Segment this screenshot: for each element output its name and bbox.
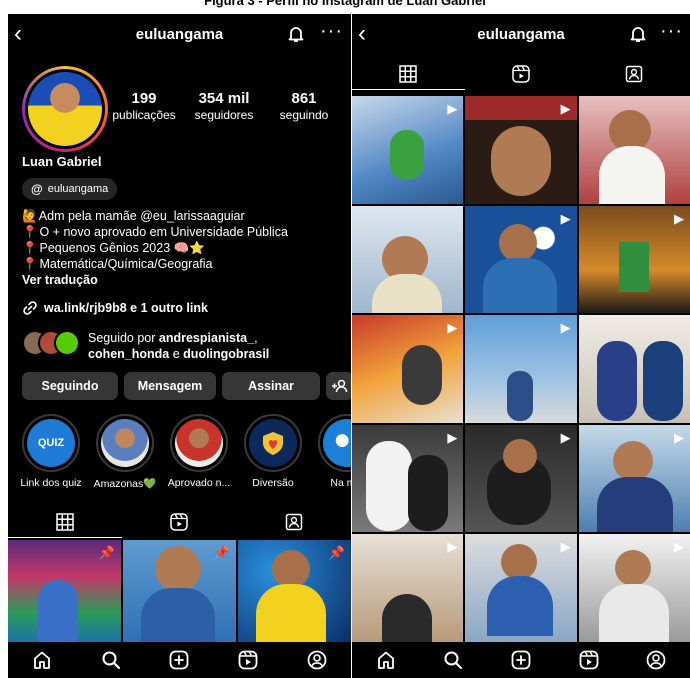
bell-icon[interactable] <box>628 24 648 44</box>
subscribe-button[interactable]: Assinar <box>222 372 320 400</box>
post-tile[interactable]: ▶ <box>578 424 690 533</box>
tab-reels[interactable] <box>465 58 578 90</box>
more-icon[interactable]: ··· <box>660 20 683 42</box>
pin-icon: 📌 <box>98 545 115 560</box>
post-tile[interactable] <box>578 315 690 423</box>
tab-tagged[interactable] <box>577 58 690 90</box>
posts-grid-screen: ‹ euluangama ··· ▶ ▶ ▶ ▶ ▶ ▶ ▶ ▶ ▶ ▶ ▶ ▶ <box>352 14 690 678</box>
post-tile[interactable]: ▶ <box>465 96 577 204</box>
heart-shield-icon <box>263 432 283 455</box>
post-tile[interactable]: ▶ <box>465 315 577 423</box>
tab-grid[interactable] <box>8 506 123 538</box>
reels-icon: ▶ <box>560 320 571 336</box>
stat-posts[interactable]: 199 publicações <box>104 90 184 123</box>
pin-icon: 📌 <box>213 545 230 560</box>
profile-tabs <box>352 58 690 90</box>
reels-icon: ▶ <box>447 101 458 116</box>
tab-reels[interactable] <box>122 506 236 538</box>
grid-icon <box>56 512 74 531</box>
following-button[interactable]: Seguindo <box>22 372 118 400</box>
reels-icon: ▶ <box>560 429 571 445</box>
post-tile[interactable]: 📌 <box>238 540 351 644</box>
threads-icon: @ <box>31 182 43 196</box>
mutual-avatars <box>22 330 80 356</box>
stat-followers[interactable]: 354 mil seguidores <box>184 90 264 123</box>
reels-icon: ▶ <box>560 539 571 555</box>
posts-grid: ▶ ▶ ▶ ▶ ▶ ▶ ▶ ▶ ▶ ▶ ▶ ▶ <box>352 96 690 642</box>
post-tile[interactable]: ▶ <box>465 424 577 533</box>
bottom-nav <box>8 642 351 678</box>
highlight-quiz[interactable]: QUIZ Link dos quiz <box>16 414 86 489</box>
reels-icon[interactable] <box>578 649 600 671</box>
reels-icon: ▶ <box>447 320 458 336</box>
tab-tagged[interactable] <box>237 506 351 538</box>
reels-icon: ▶ <box>560 210 571 226</box>
profile-screen: ‹ euluangama ··· 199 publicações 354 mil… <box>8 14 351 678</box>
reels-icon <box>170 513 189 531</box>
add-user-icon[interactable] <box>326 372 351 400</box>
posts-grid: 📌 📌 📌 <box>8 540 351 644</box>
post-tile[interactable]: ▶ <box>578 205 690 314</box>
reels-icon: ▶ <box>674 210 684 226</box>
tab-grid[interactable] <box>352 58 465 90</box>
profile-icon[interactable] <box>645 649 667 671</box>
bell-icon[interactable] <box>286 24 306 44</box>
bottom-nav <box>352 642 690 678</box>
post-tile[interactable]: ▶ <box>578 534 690 642</box>
message-button[interactable]: Mensagem <box>124 372 216 400</box>
post-tile[interactable]: ▶ <box>465 205 577 314</box>
post-tile[interactable]: ▶ <box>465 534 577 642</box>
story-highlights: QUIZ Link dos quiz Amazonas💚 Aprovado n.… <box>12 414 351 506</box>
stat-following[interactable]: 861 seguindo <box>264 90 344 123</box>
post-tile[interactable]: 📌 <box>8 540 121 644</box>
link-icon <box>22 300 38 316</box>
profile-stats: 199 publicações 354 mil seguidores 861 s… <box>104 90 344 123</box>
reels-icon: ▶ <box>674 539 684 555</box>
profile-actions: Seguindo Mensagem Assinar <box>22 372 351 400</box>
threads-badge[interactable]: @ euluangama <box>22 178 118 200</box>
post-tile[interactable]: 📌 <box>123 540 236 644</box>
reels-icon: ▶ <box>674 429 684 445</box>
post-tile[interactable]: ▶ <box>352 534 464 642</box>
reels-icon: ▶ <box>560 101 571 116</box>
create-icon[interactable] <box>510 649 532 671</box>
highlight-aprovado[interactable]: Aprovado n... <box>164 414 234 489</box>
reels-icon: ▶ <box>447 539 458 555</box>
profile-link[interactable]: wa.link/rjb9b8 e 1 outro link <box>22 300 208 316</box>
profile-name: Luan Gabriel <box>22 154 102 169</box>
tagged-icon <box>285 513 303 531</box>
figure-caption: Figura 3 - Perfil no Instagram de Luan G… <box>204 0 486 8</box>
pin-icon: 📌 <box>328 545 345 560</box>
create-icon[interactable] <box>168 649 190 671</box>
post-tile[interactable] <box>578 96 690 204</box>
reels-icon: ▶ <box>447 429 458 445</box>
post-tile[interactable]: ▶ <box>352 96 464 204</box>
search-icon[interactable] <box>442 649 464 671</box>
tagged-icon <box>625 65 642 83</box>
quiz-icon: QUIZ <box>37 437 65 449</box>
profile-tabs <box>8 506 351 538</box>
highlight-na-midia[interactable]: Na mid <box>312 414 351 489</box>
search-icon[interactable] <box>100 649 122 671</box>
home-icon[interactable] <box>31 649 53 671</box>
post-tile[interactable]: ▶ <box>352 315 464 423</box>
reels-icon[interactable] <box>237 649 259 671</box>
top-bar: ‹ euluangama ··· <box>8 14 351 54</box>
profile-icon[interactable] <box>306 649 328 671</box>
highlight-amazonas[interactable]: Amazonas💚 <box>90 414 160 490</box>
see-translation-link[interactable]: Ver tradução <box>22 272 347 288</box>
top-bar: ‹ euluangama ··· <box>352 14 690 54</box>
home-icon[interactable] <box>375 649 397 671</box>
post-tile[interactable]: ▶ <box>352 424 464 533</box>
more-icon[interactable]: ··· <box>320 20 343 42</box>
profile-avatar[interactable] <box>22 66 108 152</box>
reels-icon <box>512 65 530 83</box>
grid-icon <box>399 64 418 83</box>
highlight-diversao[interactable]: Diversão <box>238 414 308 489</box>
profile-bio: 🙋 Adm pela mamãe @eu_larissaaguiar 📍 O +… <box>22 208 347 288</box>
post-tile[interactable] <box>352 205 464 314</box>
followed-by[interactable]: Seguido por andrespianista_, cohen_honda… <box>22 330 269 362</box>
